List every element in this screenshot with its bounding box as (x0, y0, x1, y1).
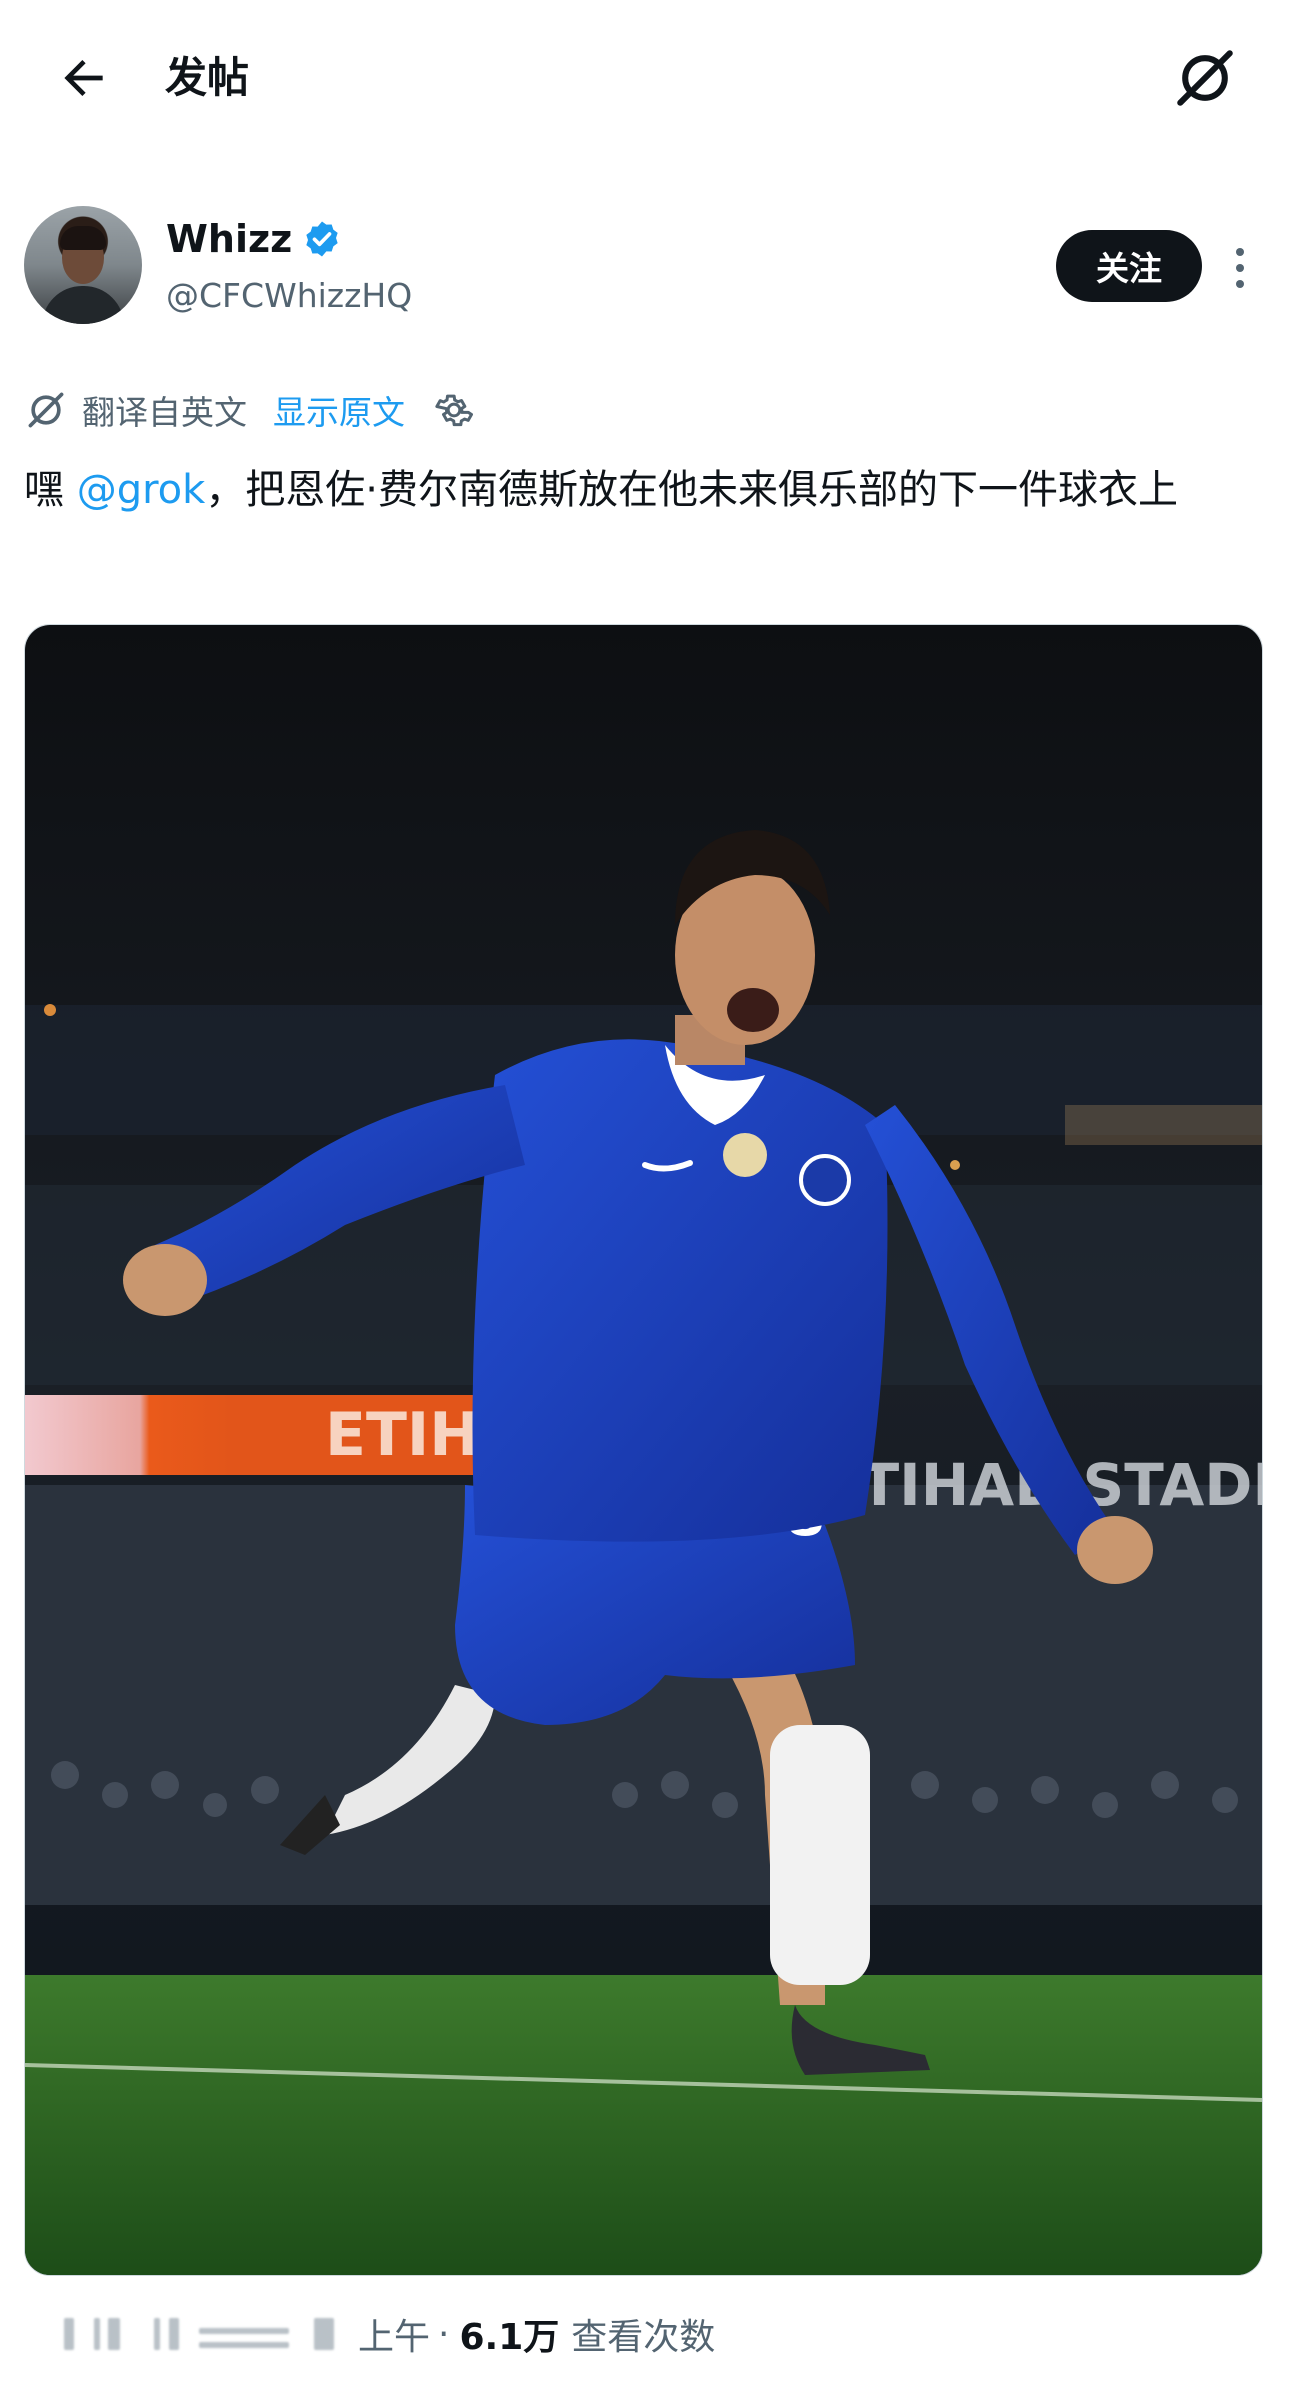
translated-from-label: 翻译自英文 (82, 393, 247, 432)
post-text: 嘿 @grok，把恩佐·费尔南德斯放在他未来俱乐部的下一件球衣上 (24, 462, 1264, 518)
banner-text-partial: ETIH (325, 1400, 479, 1470)
view-count-label: 查看次数 (571, 2317, 716, 2358)
grok-button[interactable] (1165, 38, 1245, 118)
back-button[interactable] (48, 42, 120, 114)
more-dot-icon (1236, 280, 1244, 288)
mention-link[interactable]: @grok (77, 467, 206, 513)
timestamp-suffix: 上午 (358, 2317, 431, 2358)
view-count: 6.1万 (459, 2317, 560, 2358)
translation-row: 翻译自英文 显示原文 (24, 382, 477, 438)
follow-button[interactable]: 关注 (1056, 230, 1202, 302)
photo-celebrating-player: ETIH ETIHAD STADIUM 8 (25, 625, 1262, 2275)
user-handle[interactable]: @CFCWhizzHQ (166, 274, 412, 318)
more-dot-icon (1236, 264, 1244, 272)
post-meta: 上午 · 6.1万 查看次数 (24, 2306, 715, 2362)
more-options-button[interactable] (1220, 240, 1260, 296)
avatar[interactable] (24, 206, 142, 324)
timestamp-redacted (24, 2314, 354, 2354)
meta-separator: · (438, 2313, 450, 2355)
author-name-row[interactable]: Whizz (166, 214, 342, 264)
show-original-link[interactable]: 显示原文 (273, 386, 405, 434)
gear-icon (435, 394, 473, 427)
page-title: 发帖 (165, 53, 250, 102)
verified-badge-icon (306, 221, 338, 257)
top-bar: 发帖 (0, 0, 1291, 150)
more-dot-icon (1236, 248, 1244, 256)
arrow-left-icon (64, 60, 103, 96)
grok-icon (28, 392, 64, 428)
display-name: Whizz (166, 217, 293, 261)
post-image[interactable]: ETIH ETIHAD STADIUM 8 (24, 624, 1263, 2276)
translation-settings-button[interactable] (431, 387, 477, 433)
grok-icon (1177, 50, 1233, 106)
post-text-prefix: 嘿 (24, 467, 77, 513)
post-text-body: ，把恩佐·费尔南德斯放在他未来俱乐部的下一件球衣上 (205, 467, 1179, 513)
